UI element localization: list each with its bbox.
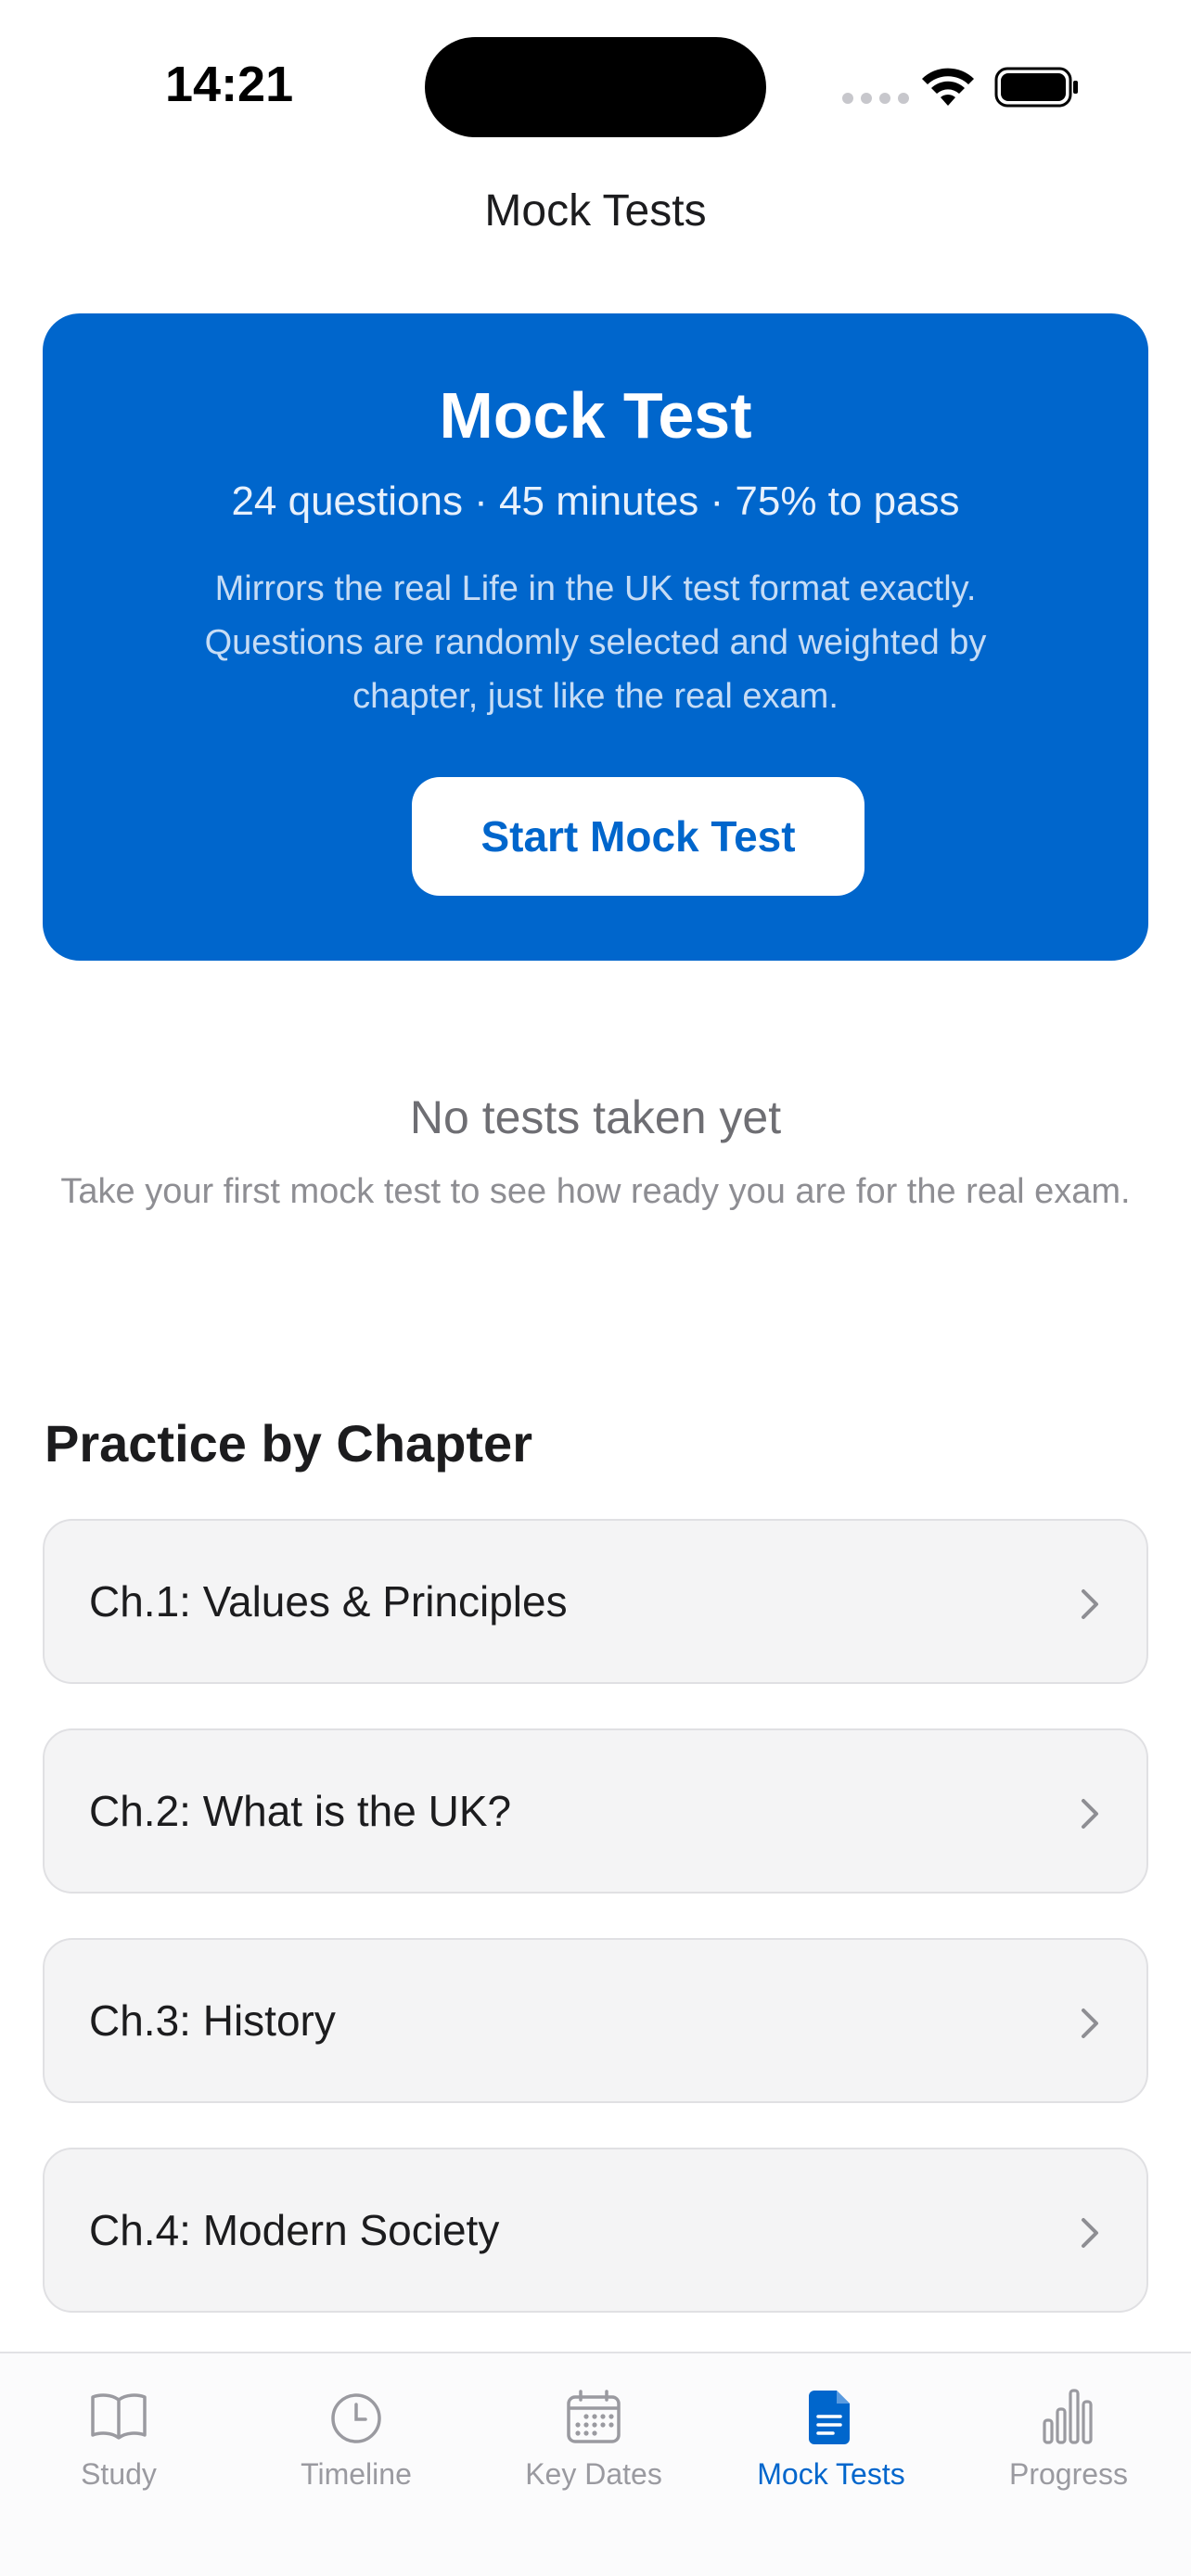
tab-mock-tests[interactable]: Mock Tests <box>712 2353 950 2511</box>
calendar-icon <box>567 2390 621 2443</box>
tab-label: Mock Tests <box>757 2457 905 2491</box>
tab-label: Study <box>81 2457 157 2491</box>
mock-test-title: Mock Test <box>439 379 752 452</box>
chevron-right-icon <box>1082 2218 1098 2248</box>
chapter-row-3[interactable]: Ch.3: History <box>43 1938 1148 2103</box>
empty-state-description: Take your first mock test to see how rea… <box>60 1172 1131 1211</box>
tab-label: Progress <box>1008 2457 1129 2491</box>
chapter-label: Ch.3: History <box>89 1996 336 2045</box>
mock-test-card: Mock Test 24 questions · 45 minutes · 75… <box>43 313 1148 961</box>
tab-key-dates[interactable]: Key Dates <box>475 2353 712 2511</box>
empty-state-title: No tests taken yet <box>409 1091 782 1143</box>
tab-label: Timeline <box>301 2457 412 2491</box>
tab-progress[interactable]: Progress <box>950 2353 1187 2511</box>
book-icon <box>91 2393 147 2440</box>
chevron-right-icon <box>1082 2009 1098 2038</box>
section-title: Practice by Chapter <box>45 1414 532 1473</box>
chapter-label: Ch.2: What is the UK? <box>89 1787 512 1835</box>
document-icon <box>809 2391 850 2444</box>
mock-tests-screen: 14:21 Mock Tests Mock Test 24 questions … <box>0 0 1191 2576</box>
mock-test-meta: 24 questions · 45 minutes · 75% to pass <box>231 478 960 524</box>
start-mock-test-button[interactable]: Start Mock Test <box>412 777 864 896</box>
status-time: 14:21 <box>165 57 294 112</box>
cellular-signal-icon <box>842 93 909 104</box>
tab-label: Key Dates <box>525 2457 662 2491</box>
tab-study[interactable]: Study <box>0 2353 237 2511</box>
tab-bar: Study Timeline Key Dates Mock Tests Prog… <box>0 2352 1191 2576</box>
chapter-row-1[interactable]: Ch.1: Values & Principles <box>43 1519 1148 1684</box>
chevron-right-icon <box>1082 1799 1098 1829</box>
status-bar: 14:21 <box>0 0 1191 158</box>
mock-test-description: Mirrors the real Life in the UK test for… <box>204 569 987 716</box>
page-title: Mock Tests <box>484 186 707 236</box>
chevron-right-icon <box>1082 1589 1098 1619</box>
chapter-label: Ch.1: Values & Principles <box>89 1577 568 1626</box>
chapter-label: Ch.4: Modern Society <box>89 2206 500 2254</box>
chapter-list: Ch.1: Values & Principles Ch.2: What is … <box>43 1519 1148 2357</box>
dynamic-island <box>425 37 766 137</box>
chapter-row-2[interactable]: Ch.2: What is the UK? <box>43 1728 1148 1894</box>
tab-timeline[interactable]: Timeline <box>237 2353 475 2511</box>
wifi-icon <box>922 68 974 106</box>
clock-icon <box>331 2393 381 2443</box>
chapter-row-4[interactable]: Ch.4: Modern Society <box>43 2148 1148 2313</box>
battery-icon <box>994 67 1078 108</box>
bar-chart-icon <box>1043 2389 1093 2444</box>
